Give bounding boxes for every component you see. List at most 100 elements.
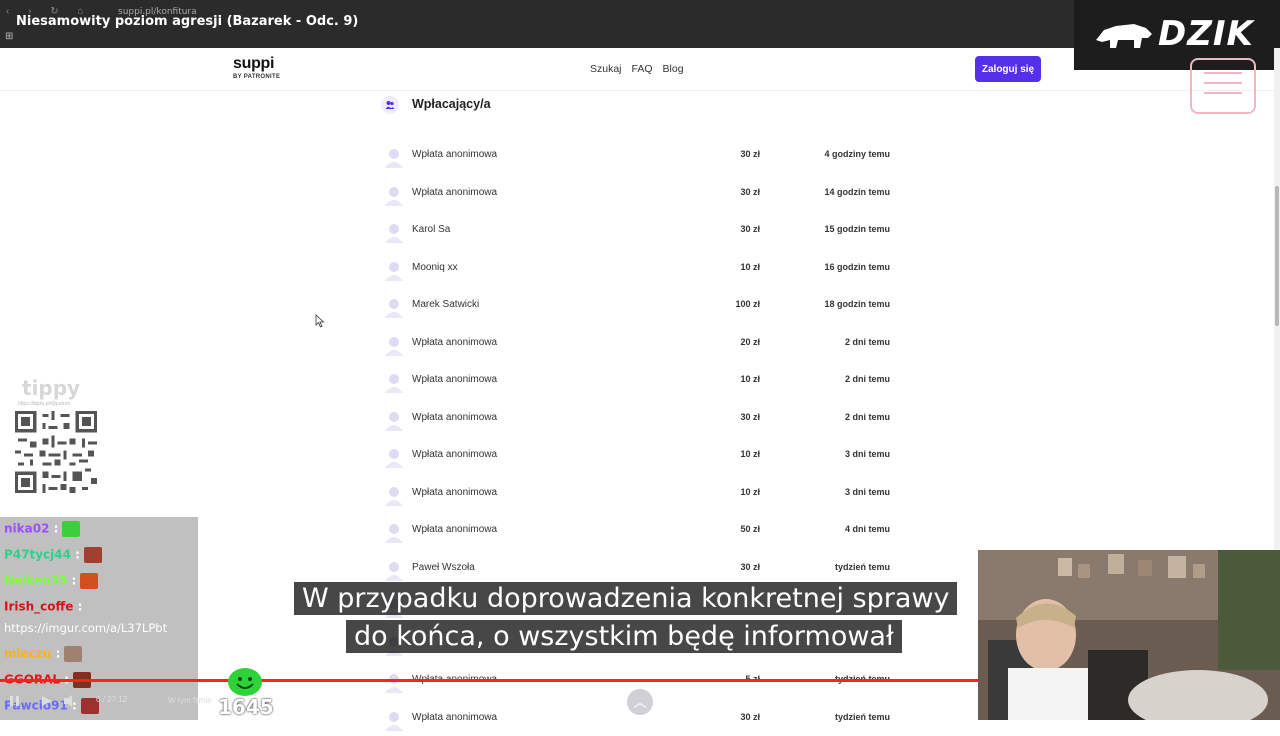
donation-time: 3 dni temu — [845, 449, 890, 459]
avatar-icon — [383, 146, 405, 168]
donation-amount: 30 zł — [740, 224, 760, 234]
qr-code-icon — [12, 408, 100, 496]
donation-time: 15 godzin temu — [824, 224, 890, 234]
in-video-label[interactable]: W tym filmie — [168, 696, 212, 705]
users-icon — [381, 96, 399, 114]
tippy-logo: tippy — [22, 376, 80, 400]
donation-amount: 10 zł — [740, 262, 760, 272]
chat-separator: : — [51, 647, 60, 661]
donation-row: Wpłata anonimowa50 zł4 dni temu — [380, 511, 900, 549]
chat-emote-icon — [64, 646, 82, 662]
avatar-icon — [383, 446, 405, 468]
donor-name: Wpłata anonimowa — [412, 712, 497, 723]
tippy-url: https://tipply.pl/@patron — [18, 401, 70, 407]
boar-icon — [1094, 18, 1154, 52]
apps-grid-icon[interactable]: ⊞ — [5, 31, 13, 42]
suppi-logo[interactable]: suppi BY PATRONITE — [233, 56, 280, 80]
donor-name: Wpłata anonimowa — [412, 449, 497, 460]
chat-separator: : — [67, 574, 76, 588]
donor-name: Karol Sa — [412, 224, 450, 235]
donation-amount: 30 zł — [740, 412, 760, 422]
subtitle-line-2: do końca, o wszystkim będę informował — [346, 620, 902, 653]
section-title: Wpłacający/a — [412, 97, 491, 111]
donor-name: Wpłata anonimowa — [412, 337, 497, 348]
webcam-feed — [978, 550, 1280, 720]
nav-link-szukaj[interactable]: Szukaj — [590, 63, 622, 75]
donation-time: tydzień temu — [835, 712, 890, 722]
dzik-brand: DZIK — [1158, 14, 1254, 54]
chat-emote-icon — [86, 599, 104, 615]
donation-row: Mooniq xx 10 zł 16 godzin temu — [380, 249, 900, 287]
chat-message: Irish_coffe : — [4, 599, 104, 615]
donation-time: tydzień temu — [835, 562, 890, 572]
donation-row: Wpłata anonimowa30 zł2 dni temu — [380, 399, 900, 437]
donor-name: Mooniq xx — [412, 262, 458, 273]
video-title: Niesamowity poziom agresji (Bazarek - Od… — [16, 14, 358, 29]
document-icon — [1190, 58, 1256, 114]
main-nav: Szukaj FAQ Blog — [590, 63, 684, 75]
video-progress-bar[interactable] — [0, 679, 978, 682]
donation-amount: 20 zł — [740, 337, 760, 347]
donation-amount: 30 zł — [740, 149, 760, 159]
donor-name: Wpłata anonimowa — [412, 412, 497, 423]
tippy-panel: tippy https://tipply.pl/@patron — [8, 374, 104, 498]
avatar-icon — [383, 484, 405, 506]
donation-row: Wpłata anonimowa 30 zł 4 godziny temu — [380, 136, 900, 174]
chat-username: Naiken35 — [4, 574, 67, 588]
chat-message: nika02 : — [4, 521, 80, 537]
chat-separator: : — [49, 522, 58, 536]
video-time: 6 / 27:12 — [96, 695, 127, 704]
avatar-icon — [383, 259, 405, 281]
viewer-counter: 1645 — [218, 695, 274, 719]
login-button[interactable]: Zaloguj się — [975, 56, 1041, 82]
chat-message: P47tycj44 : — [4, 547, 102, 563]
donation-row: Paweł Wszoła 30 zł tydzień temu — [380, 549, 900, 587]
donation-amount: 50 zł — [740, 524, 760, 534]
donor-name: Marek Satwicki — [412, 299, 479, 310]
donation-row: Wpłata anonimowa10 zł2 dni temu — [380, 361, 900, 399]
donation-amount: 10 zł — [740, 449, 760, 459]
avatar-icon — [383, 184, 405, 206]
chat-username: Irish_coffe — [4, 600, 73, 614]
chat-username: P47tycj44 — [4, 548, 71, 562]
donation-amount: 10 zł — [740, 374, 760, 384]
donation-row: Wpłata anonimowa 10 zł 3 dni temu — [380, 436, 900, 474]
chat-username: https://imgur.com/a/L37LPbt — [4, 621, 167, 635]
mouse-cursor-icon — [315, 314, 325, 328]
donation-amount: 30 zł — [740, 712, 760, 722]
subtitle-line-1: W przypadku doprowadzenia konkretnej spr… — [294, 582, 957, 615]
chat-message: Naiken35 : — [4, 573, 98, 589]
donation-time: 4 godziny temu — [824, 149, 890, 159]
donor-name: Wpłata anonimowa — [412, 487, 497, 498]
nav-link-faq[interactable]: FAQ — [632, 63, 653, 75]
chat-emote-icon — [62, 521, 80, 537]
chat-separator: : — [71, 548, 80, 562]
donation-time: 4 dni temu — [845, 524, 890, 534]
page-scrollbar-thumb[interactable] — [1275, 186, 1279, 326]
avatar-icon — [383, 671, 405, 693]
smiley-emote-icon — [228, 668, 262, 696]
donation-time: 16 godzin temu — [824, 262, 890, 272]
donation-amount: 30 zł — [740, 562, 760, 572]
avatar-icon — [383, 409, 405, 431]
donation-amount: 100 zł — [735, 299, 760, 309]
chat-emote-icon — [84, 547, 102, 563]
nav-link-blog[interactable]: Blog — [663, 63, 684, 75]
donor-name: Paweł Wszoła — [412, 562, 475, 573]
donation-row: Wpłata anonimowa10 zł3 dni temu — [380, 474, 900, 512]
chevron-up-icon: ︿ — [633, 692, 647, 712]
scroll-to-top-button[interactable]: ︿ — [627, 689, 653, 715]
donation-time: 14 godzin temu — [824, 187, 890, 197]
avatar-icon — [383, 334, 405, 356]
logo-wordmark: suppi — [233, 56, 280, 72]
donor-name: Wpłata anonimowa — [412, 187, 497, 198]
chat-link[interactable]: https://imgur.com/a/L37LPbt — [4, 621, 167, 635]
avatar-icon — [383, 221, 405, 243]
donation-time: 2 dni temu — [845, 374, 890, 384]
donation-amount: 10 zł — [740, 487, 760, 497]
donation-row: Wpłata anonimowa 30 zł 14 godzin temu — [380, 174, 900, 212]
logo-subtitle: BY PATRONITE — [233, 74, 280, 80]
donor-name: Wpłata anonimowa — [412, 149, 497, 160]
donation-amount: 30 zł — [740, 187, 760, 197]
chat-username: mieczu — [4, 647, 51, 661]
